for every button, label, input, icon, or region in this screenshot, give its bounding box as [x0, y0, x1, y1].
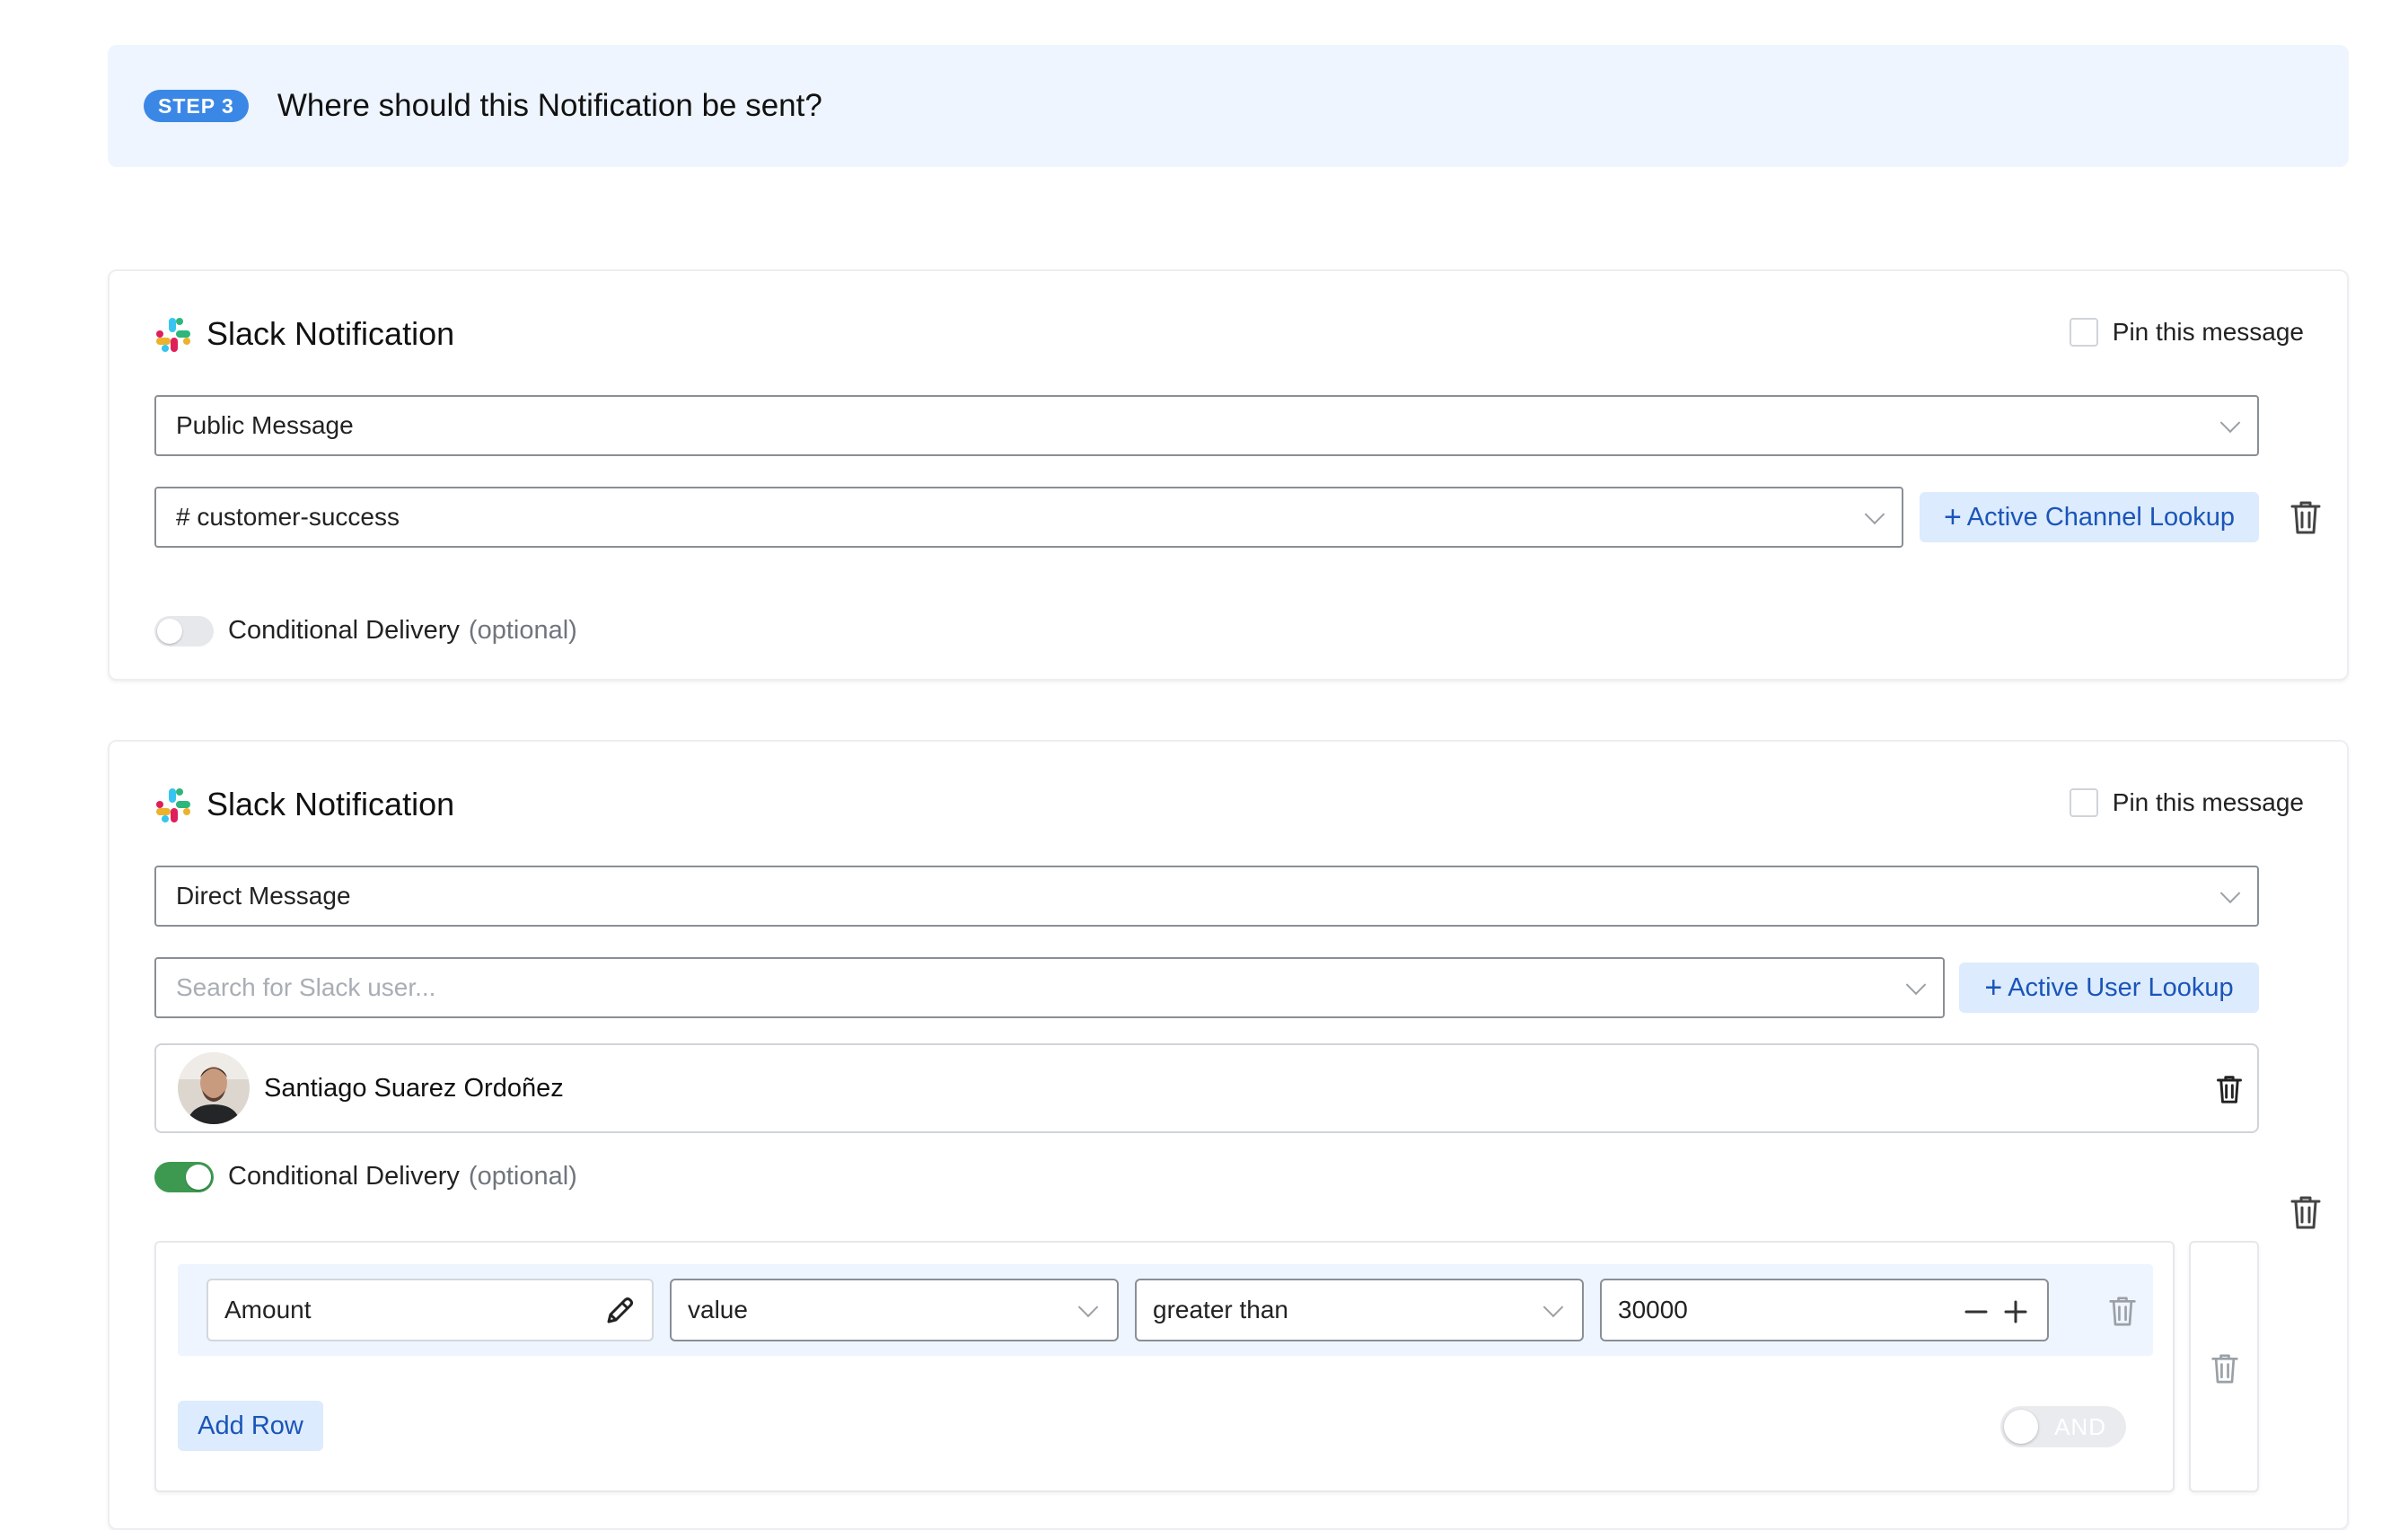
trash-icon[interactable]: [2289, 499, 2322, 535]
condition-field-input[interactable]: Amount: [207, 1279, 654, 1341]
chevron-down-icon: [1864, 504, 1885, 525]
message-type-select[interactable]: Public Message: [154, 395, 2259, 456]
active-channel-lookup-button[interactable]: + Active Channel Lookup: [1920, 492, 2259, 542]
trash-icon[interactable]: [2108, 1295, 2137, 1327]
condition-operator-select[interactable]: greater than: [1135, 1279, 1584, 1341]
conditional-delivery-text: Conditional Delivery: [228, 616, 460, 645]
chevron-down-icon: [2219, 883, 2241, 904]
card-title: Slack Notification: [207, 786, 455, 822]
pin-message-option[interactable]: Pin this message: [2069, 788, 2304, 817]
slack-notification-card-public: Slack Notification Pin this message Publ…: [108, 269, 2349, 681]
active-user-lookup-label: Active User Lookup: [2008, 972, 2234, 1002]
chevron-down-icon: [2219, 412, 2241, 434]
condition-row: Amount value greater than 30000: [178, 1264, 2153, 1356]
conditional-delivery-label: Conditional Delivery (optional): [228, 616, 577, 646]
condition-group-side-column: [2189, 1241, 2259, 1492]
conditional-delivery-text: Conditional Delivery: [228, 1162, 460, 1191]
chevron-down-icon: [1905, 974, 1927, 996]
conditional-delivery-toggle[interactable]: [154, 616, 214, 646]
slack-notification-card-direct: Slack Notification Pin this message Dire…: [108, 740, 2349, 1530]
selected-user-name: Santiago Suarez Ordoñez: [264, 1074, 564, 1103]
and-or-toggle[interactable]: AND: [2000, 1406, 2126, 1447]
pin-message-label: Pin this message: [2112, 788, 2304, 816]
active-user-lookup-button[interactable]: + Active User Lookup: [1959, 963, 2259, 1013]
condition-operator-value: greater than: [1153, 1296, 1288, 1323]
chevron-down-icon: [1077, 1297, 1099, 1318]
slack-logo-icon: [156, 788, 190, 822]
slack-user-search-placeholder: Search for Slack user...: [176, 973, 436, 1001]
condition-field-value: Amount: [224, 1296, 312, 1323]
condition-group-panel: Amount value greater than 30000 Add Row …: [154, 1241, 2175, 1492]
toggle-knob: [186, 1165, 211, 1190]
step-title: Where should this Notification be sent?: [277, 88, 822, 123]
number-stepper[interactable]: [1963, 1298, 2031, 1325]
active-channel-lookup-label: Active Channel Lookup: [1966, 502, 2236, 532]
pin-message-option[interactable]: Pin this message: [2069, 318, 2304, 347]
conditional-delivery-label: Conditional Delivery (optional): [228, 1162, 577, 1191]
message-type-select[interactable]: Direct Message: [154, 866, 2259, 927]
toggle-knob: [2004, 1410, 2038, 1444]
optional-text: (optional): [468, 1162, 577, 1191]
conditional-delivery-toggle[interactable]: [154, 1162, 214, 1192]
condition-value: 30000: [1618, 1296, 1688, 1323]
avatar-image: [178, 1052, 250, 1124]
pin-message-checkbox[interactable]: [2069, 318, 2098, 347]
optional-text: (optional): [468, 616, 577, 645]
condition-value-input[interactable]: 30000: [1600, 1279, 2049, 1341]
plus-icon: +: [1943, 500, 1962, 534]
pencil-icon[interactable]: [603, 1295, 636, 1327]
message-type-value: Public Message: [176, 411, 354, 439]
slack-user-search-select[interactable]: Search for Slack user...: [154, 957, 1945, 1018]
pin-message-label: Pin this message: [2112, 318, 2304, 346]
condition-attribute-select[interactable]: value: [670, 1279, 1119, 1341]
trash-icon[interactable]: [2210, 1352, 2239, 1385]
trash-icon[interactable]: [2289, 1194, 2322, 1230]
chevron-down-icon: [1542, 1297, 1564, 1318]
step-banner: STEP 3 Where should this Notification be…: [108, 45, 2349, 167]
slack-logo-icon: [156, 318, 190, 352]
toggle-knob: [157, 619, 182, 644]
add-row-label: Add Row: [198, 1411, 303, 1440]
user-avatar: [178, 1052, 250, 1124]
trash-icon[interactable]: [2216, 1074, 2243, 1104]
message-type-value: Direct Message: [176, 882, 351, 910]
join-label: AND: [2054, 1413, 2106, 1440]
card-title: Slack Notification: [207, 315, 455, 352]
channel-select[interactable]: # customer-success: [154, 487, 1903, 548]
increment-icon: [2004, 1300, 2027, 1323]
channel-value: # customer-success: [176, 503, 400, 531]
selected-user-row: Santiago Suarez Ordoñez: [154, 1043, 2259, 1133]
condition-attribute-value: value: [688, 1296, 748, 1323]
pin-message-checkbox[interactable]: [2069, 788, 2098, 817]
plus-icon: +: [1984, 971, 2003, 1005]
add-row-button[interactable]: Add Row: [178, 1401, 323, 1451]
step-badge: STEP 3: [144, 90, 249, 122]
